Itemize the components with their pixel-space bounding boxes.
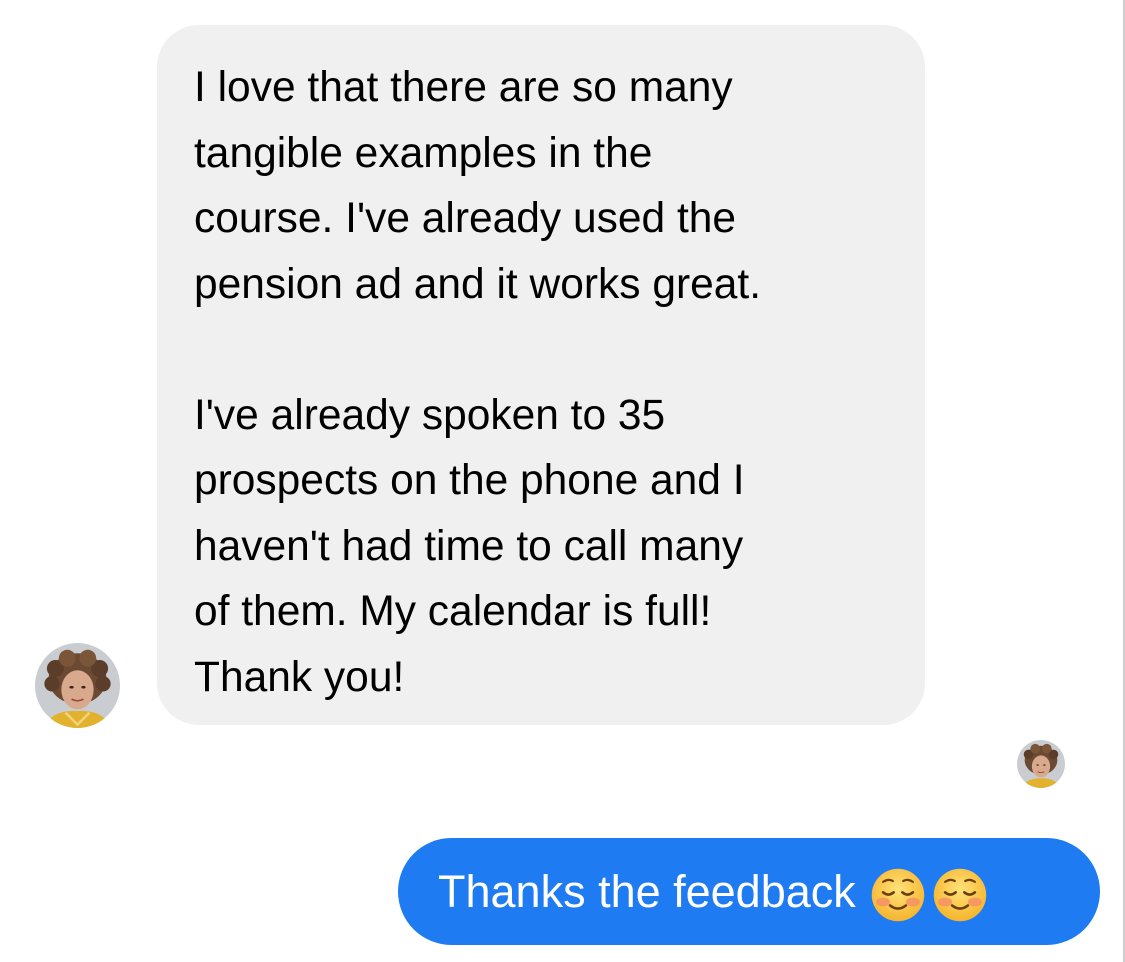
outgoing-message-bubble[interactable]: Thanks the feedback: [398, 838, 1100, 945]
incoming-message-paragraph-1: I love that there are so many tangible e…: [194, 64, 762, 308]
outgoing-message-emojis: [870, 838, 994, 945]
read-receipt-avatar-image: [1017, 740, 1065, 788]
read-receipt-avatar: [1017, 740, 1065, 788]
incoming-message-bubble[interactable]: I love that there are so many tangible e…: [157, 25, 925, 725]
smiling-blushing-face-icon: [870, 867, 926, 923]
outgoing-message-text: Thanks the feedback: [438, 866, 856, 917]
sender-avatar-image: [35, 643, 120, 728]
incoming-message-paragraph-2: I've already spoken to 35 prospects on t…: [194, 391, 745, 701]
smiling-blushing-face-icon: [932, 867, 988, 923]
sender-avatar[interactable]: [35, 643, 120, 728]
